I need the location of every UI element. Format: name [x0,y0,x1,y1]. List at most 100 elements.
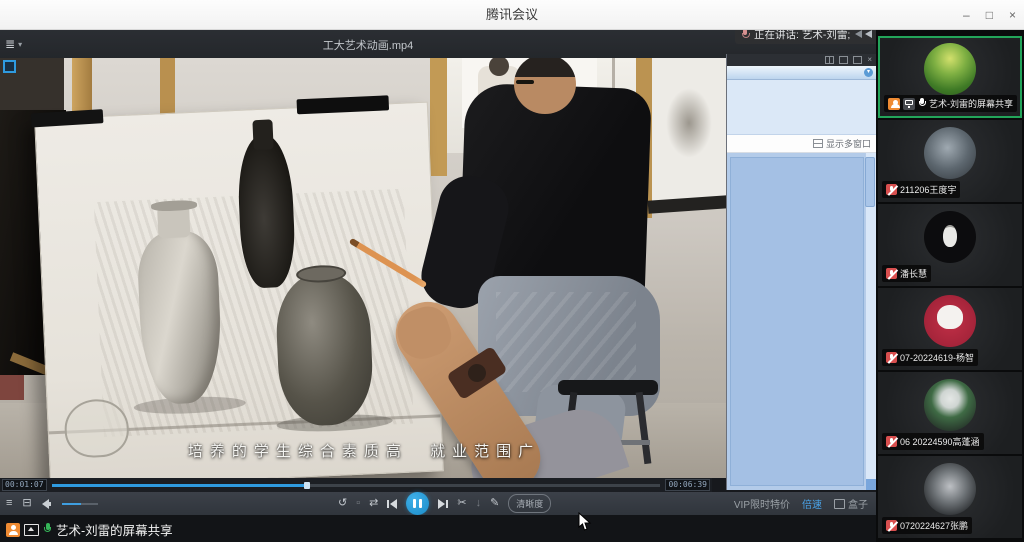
participant-tile[interactable]: 潘长慧 [878,204,1022,286]
rotate-icon[interactable]: ↺ [338,498,347,509]
participant-label: 211206王度宇 [882,181,960,198]
panel-close-icon[interactable]: × [867,56,872,64]
avatar [924,379,976,431]
seek-fill [52,484,308,487]
arrow-icon [855,30,862,38]
participant-tile[interactable]: 06 20224590高蓬涵 [878,372,1022,454]
video-subtitle: 培养的学生综合素质高 就业范围广 [0,440,728,461]
screen-share-icon [903,98,915,110]
avatar [924,211,976,263]
panel-document-area[interactable] [727,153,876,490]
scene-easel-beam [430,58,447,176]
right-controls: VIP限时特价 倍速 盒子 [734,496,868,511]
pause-button[interactable] [406,492,429,515]
window-controls: – □ × [963,0,1016,30]
participant-name: 211206王度宇 [900,183,956,196]
participant-tile[interactable]: 211206王度宇 [878,120,1022,202]
chevron-down-button[interactable]: ▾ [864,68,873,77]
multi-window-icon [813,139,823,148]
box-label: 盒子 [848,496,868,511]
mic-muted-icon [886,184,897,195]
panel-header-bar: ▾ [727,66,876,80]
speaking-mic-icon [741,30,749,40]
panel-toolbar: × [727,54,876,66]
participant-label: 潘长慧 [882,265,931,282]
mic-muted-icon [886,436,897,447]
playlist-icon[interactable]: ≡ [6,498,12,509]
maximize-icon[interactable]: □ [986,8,993,22]
video-canvas[interactable]: 培养的学生综合素质高 就业范围广 [0,58,728,478]
close-icon[interactable]: × [1009,8,1016,22]
speed-button[interactable]: 倍速 [802,496,822,511]
minimize-icon[interactable]: – [963,8,970,22]
panel-scrollbar[interactable] [865,153,876,490]
scene-right-board [652,58,728,203]
player-corner-indicator [3,60,16,73]
layout-grid-icon[interactable] [825,56,834,64]
avatar [924,463,976,515]
current-time: 00:01:07 [2,479,47,491]
sketch-jar [274,271,375,427]
participant-tile-sharer[interactable]: 艺术-刘雷的屏幕共享 [878,36,1022,118]
next-button[interactable] [438,499,448,509]
participant-name: 07-20224619-杨智 [900,351,974,364]
scrollbar-thumb[interactable] [865,157,875,207]
previous-button[interactable] [387,499,397,509]
app-title: 腾讯会议 [0,0,1024,30]
pencil-icon[interactable]: ✎ [490,498,499,509]
seek-bar-row: 00:01:07 00:06:39 [0,478,712,492]
shared-screen-stage: ≣ ▾ 工大艺术动画.mp4 正在讲话: 艺术-刘雷; [0,30,876,542]
avatar [924,43,976,95]
quality-button[interactable]: 清晰度 [508,494,551,513]
frame-icon[interactable]: ▫ [356,498,360,509]
mic-muted-icon [886,352,897,363]
mic-on-icon [918,98,926,110]
screen-share-label: 艺术-刘雷的屏幕共享 [56,520,173,539]
video-filename: 工大艺术动画.mp4 [0,30,736,58]
arrow-icon-light [865,30,872,38]
board-clip [31,109,104,127]
volume-icon[interactable] [42,499,52,509]
scissors-icon[interactable]: ✂ [457,498,466,509]
participant-name: 0720224627张鹏 [900,519,968,532]
participant-tile[interactable]: 07-20224619-杨智 [878,288,1022,370]
box-button[interactable]: 盒子 [834,496,868,511]
speaking-text: 正在讲话: 艺术-刘雷; [754,30,850,42]
seek-bar[interactable] [52,484,661,487]
mic-muted-icon [886,268,897,279]
panel-document-page [730,157,864,486]
presenter-icon [888,98,900,110]
screen-share-status-chip: 艺术-刘雷的屏幕共享 [2,519,177,540]
screen-share-icon [24,524,39,536]
participant-label: 07-20224619-杨智 [882,349,978,366]
participant-tile[interactable]: 0720224627张鹏 [878,456,1022,538]
panel-light-block [727,80,876,135]
volume-slider[interactable] [62,503,98,505]
panel-option-row[interactable]: 显示多窗口 [727,135,876,153]
scene-person-glasses [516,80,534,84]
avatar [924,127,976,179]
participant-name: 06 20224590高蓬涵 [900,435,980,448]
board-clip [297,95,390,114]
mic-on-icon [43,523,52,536]
scrollbar-corner [866,479,876,490]
participant-name: 潘长慧 [900,267,927,280]
participants-sidebar: 艺术-刘雷的屏幕共享 211206王度宇 潘长慧 07-20224619-杨智 … [876,30,1024,542]
vip-promo-label[interactable]: VIP限时特价 [734,496,790,511]
total-time: 00:06:39 [665,479,710,491]
box-icon [834,499,845,509]
mouse-cursor [578,512,592,532]
open-file-icon[interactable]: ⊟ [22,498,31,509]
shared-app-panel: × ▾ 显示多窗口 [726,54,876,490]
popout-icon[interactable] [839,56,848,64]
monitor-icon[interactable] [853,56,862,64]
shuffle-icon[interactable]: ⇄ [369,498,378,509]
center-controls: ↺ ▫ ⇄ ✂ ↓ ✎ 清晰度 [338,492,551,515]
player-controls: ≡ ⊟ ↺ ▫ ⇄ ✂ ↓ ✎ 清晰度 VIP限时特价 倍速 盒子 [0,492,876,515]
os-titlebar: 腾讯会议 – □ × [0,0,1024,30]
participant-name: 艺术-刘雷的屏幕共享 [929,97,1013,110]
speaking-banner: 正在讲话: 艺术-刘雷; [735,30,876,44]
participant-label: 艺术-刘雷的屏幕共享 [884,95,1017,112]
download-icon[interactable]: ↓ [476,498,482,509]
presenter-icon [6,523,20,537]
